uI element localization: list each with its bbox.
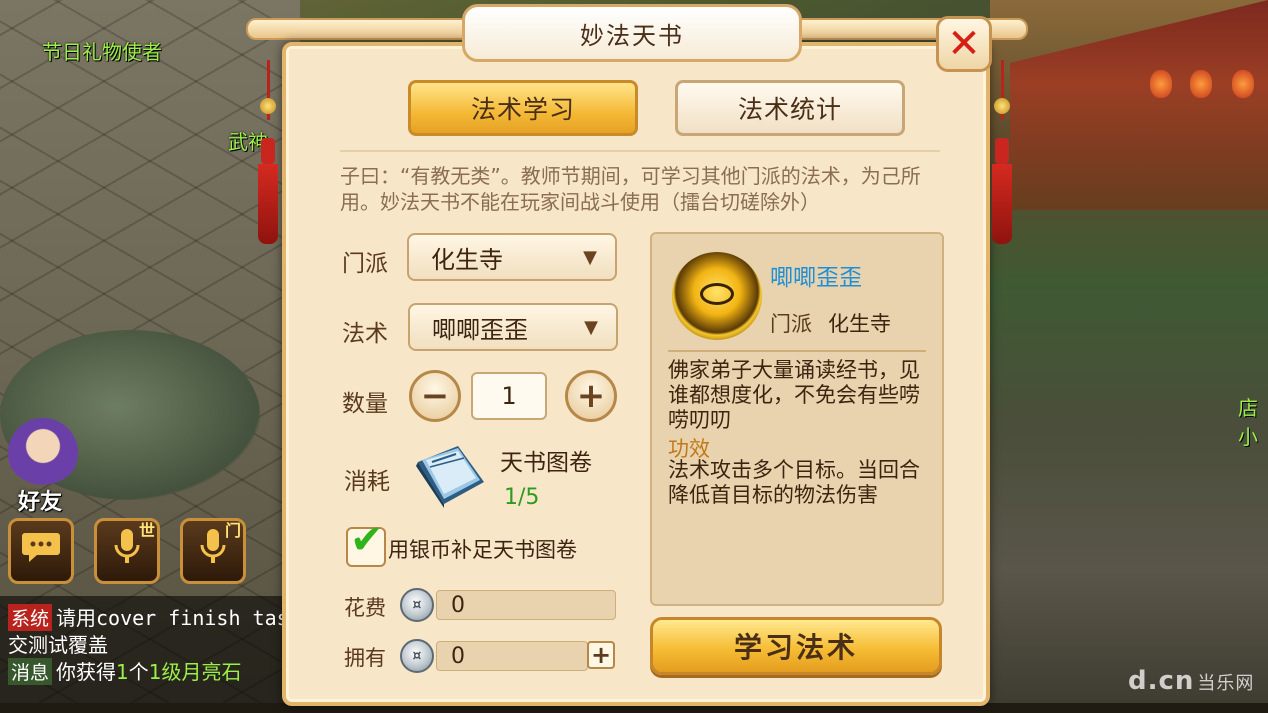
- microphone-icon: [198, 527, 228, 575]
- plus-icon: +: [590, 641, 612, 669]
- auto-fill-label[interactable]: 用银币补足天书图卷: [388, 534, 577, 564]
- friend-avatar[interactable]: [8, 418, 78, 488]
- own-value: 0: [451, 643, 465, 669]
- learn-skill-button[interactable]: 学习法术: [650, 617, 942, 675]
- silver-coin-icon: ¤: [400, 588, 434, 622]
- checkmark-icon: ✔: [350, 517, 384, 563]
- quantity-value: 1: [501, 382, 517, 410]
- school-select-value: 化生寺: [431, 245, 503, 274]
- chat-text: 请用cover finish tas: [56, 606, 289, 630]
- lantern-icon: [1150, 70, 1172, 98]
- close-icon: ✕: [947, 21, 981, 67]
- friend-label[interactable]: 好友: [18, 484, 62, 516]
- skill-school-label: 门派: [770, 312, 812, 336]
- skill-school-value: 化生寺: [828, 312, 891, 336]
- plus-icon: +: [576, 376, 606, 416]
- chat-item-link[interactable]: 1级月亮石: [149, 660, 242, 684]
- quantity-minus-button[interactable]: −: [409, 370, 461, 422]
- watermark-site: 当乐网: [1197, 673, 1255, 694]
- cost-value: 0: [451, 592, 465, 618]
- skill-name: 唧唧歪歪: [770, 265, 862, 291]
- tab-skill-stats[interactable]: 法术统计: [675, 80, 905, 136]
- quantity-plus-button[interactable]: +: [565, 370, 617, 422]
- tab-skill-learn[interactable]: 法术学习: [408, 80, 638, 136]
- quantity-label: 数量: [342, 391, 388, 417]
- chat-bubble-icon: [21, 530, 61, 572]
- npc-name-label[interactable]: 节日礼物使者: [42, 36, 162, 65]
- lantern-icon: [1232, 70, 1254, 98]
- school-label: 门派: [342, 251, 388, 277]
- npc-name-right[interactable]: 店小: [1238, 392, 1268, 450]
- school-select[interactable]: 化生寺 ▼: [407, 233, 617, 281]
- school-voice-button[interactable]: 门: [180, 518, 246, 584]
- system-tag: 系统: [8, 604, 53, 631]
- chat-text: 你获得: [56, 660, 117, 684]
- divider: [668, 350, 926, 352]
- tassel-left: [258, 60, 278, 245]
- chat-line: 系统 请用cover finish tas: [8, 602, 289, 631]
- own-value-field: 0: [436, 641, 588, 671]
- consume-item-name: 天书图卷: [500, 450, 592, 476]
- skill-icon-face: [700, 283, 734, 305]
- school-channel-tag: 门: [224, 521, 241, 540]
- chat-line: 消息 你获得1个1级月亮石: [8, 656, 241, 685]
- cost-label: 花费: [344, 596, 386, 620]
- consume-item-count: 1/5: [504, 485, 540, 510]
- chat-button[interactable]: [8, 518, 74, 584]
- chat-line: 交测试覆盖: [8, 629, 108, 658]
- event-description: 子曰：“有教无类”。教师节期间，可学习其他门派的法术，为己所用。妙法天书不能在玩…: [340, 164, 921, 214]
- world-voice-button[interactable]: 世: [94, 518, 160, 584]
- skill-description: 佛家弟子大量诵读经书，见谁都想度化，不免会有些唠唠叨叨: [668, 358, 920, 432]
- skill-select[interactable]: 唧唧歪歪 ▼: [408, 303, 618, 351]
- quantity-input[interactable]: 1: [471, 372, 547, 420]
- divider: [340, 150, 940, 152]
- close-button[interactable]: ✕: [936, 16, 992, 72]
- microphone-icon: [112, 527, 142, 575]
- minus-icon: −: [420, 376, 450, 416]
- chevron-down-icon: ▼: [583, 247, 597, 268]
- lantern-icon: [1190, 70, 1212, 98]
- own-label: 拥有: [344, 646, 386, 670]
- dialog-title-plate: 妙法天书: [462, 4, 802, 62]
- dialog-title: 妙法天书: [580, 21, 684, 50]
- chat-text: 个: [128, 660, 149, 684]
- chat-panel[interactable]: 系统 请用cover finish tas 交测试覆盖 消息 你获得1个1级月亮石: [0, 596, 290, 713]
- watermark: d.cn 当乐网: [1128, 666, 1254, 696]
- chevron-down-icon: ▼: [584, 317, 598, 338]
- silver-coin-icon: ¤: [400, 639, 434, 673]
- effect-description: 法术攻击多个目标。当回合降低首目标的物法伤害: [668, 458, 920, 507]
- chat-count: 1: [116, 660, 129, 684]
- add-silver-button[interactable]: +: [587, 641, 615, 669]
- skill-select-value: 唧唧歪歪: [432, 315, 528, 344]
- watermark-brand: d.cn: [1128, 666, 1195, 696]
- scroll-book-icon[interactable]: [410, 442, 490, 512]
- message-tag: 消息: [8, 658, 53, 685]
- cost-value-field: 0: [436, 590, 616, 620]
- consume-label: 消耗: [344, 469, 390, 495]
- tassel-right: [992, 60, 1012, 245]
- skill-label: 法术: [342, 321, 388, 347]
- chat-text: 交测试覆盖: [8, 633, 108, 657]
- world-channel-tag: 世: [138, 521, 155, 540]
